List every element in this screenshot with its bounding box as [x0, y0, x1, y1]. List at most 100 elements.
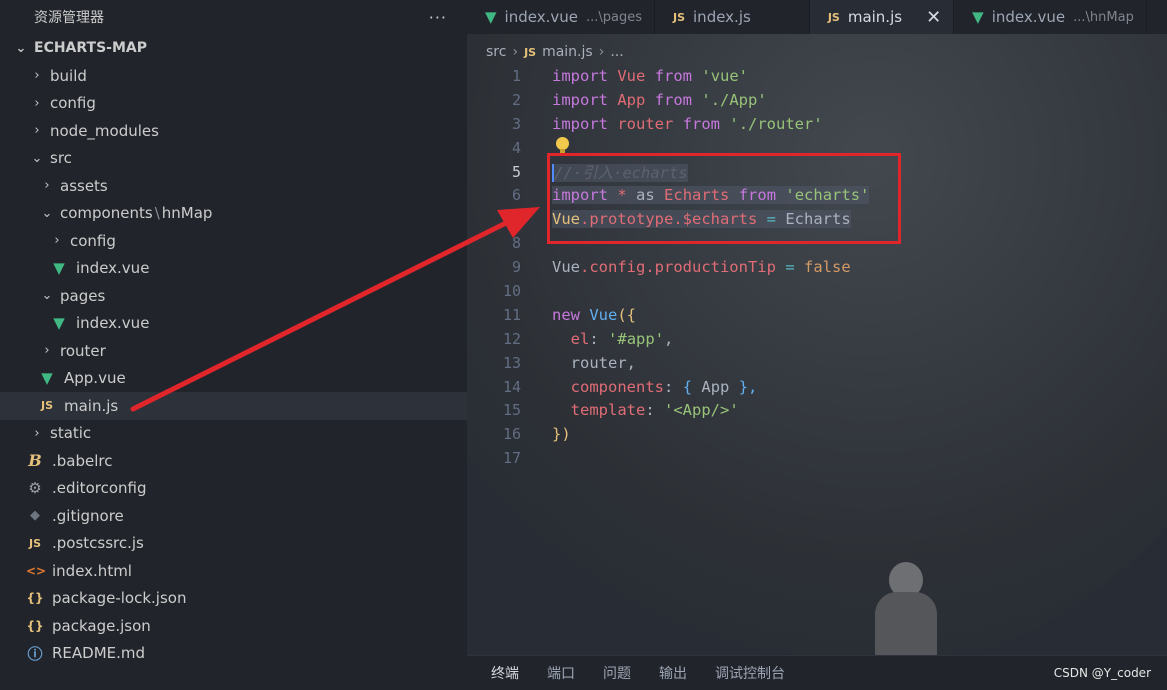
breadcrumb-item[interactable]: src	[486, 44, 506, 60]
tab-main-js[interactable]: JS main.js ✕	[809, 0, 955, 34]
info-icon: ⓘ	[27, 644, 43, 663]
tree-item-package-json[interactable]: {} package.json	[0, 612, 467, 640]
breadcrumb: src › JS main.js › ...	[486, 40, 624, 64]
tree-item-editorconfig[interactable]: ⚙ .editorconfig	[0, 475, 467, 503]
line-number: 13	[502, 353, 521, 372]
tree-item-hnmap-index-vue[interactable]: ▼ index.vue	[0, 255, 467, 283]
js-icon: JS	[827, 10, 840, 24]
tree-item-label: router	[60, 341, 106, 360]
tab-problems[interactable]: 问题	[603, 663, 631, 683]
line-number: 2	[511, 90, 521, 109]
js-icon: JS	[40, 399, 53, 413]
line-number: 17	[502, 449, 521, 468]
code-editor[interactable]: ▼ index.vue ...\pages JS index.js JS mai…	[467, 0, 1167, 690]
tab-index-js[interactable]: JS index.js	[655, 0, 810, 34]
chevron-right-icon: ›	[34, 123, 40, 139]
lightbulb-icon[interactable]	[556, 137, 569, 153]
vue-icon: ▼	[972, 8, 984, 26]
chevron-right-icon: ›	[34, 95, 40, 111]
chevron-down-icon: ⌄	[41, 205, 53, 221]
tree-item-hnmap-config[interactable]: › config	[0, 227, 467, 255]
close-icon[interactable]: ✕	[926, 7, 941, 28]
tree-item-postcssrc[interactable]: JS .postcssrc.js	[0, 530, 467, 558]
line-number: 4	[511, 138, 521, 157]
json-icon: {}	[26, 591, 44, 606]
tree-item-components-hnmap[interactable]: ⌄ components \ hnMap	[0, 200, 467, 228]
json-icon: {}	[26, 618, 44, 633]
breadcrumb-item[interactable]: main.js	[542, 44, 593, 60]
html-icon: <>	[26, 563, 47, 578]
explorer-sidebar: 资源管理器 ··· ⌄ ECHARTS-MAP › build › config…	[0, 0, 467, 690]
js-icon: JS	[524, 45, 537, 59]
tree-item-package-lock[interactable]: {} package-lock.json	[0, 585, 467, 613]
chevron-down-icon: ⌄	[41, 288, 53, 304]
chevron-right-icon: ›	[44, 343, 50, 359]
js-icon: JS	[673, 10, 686, 24]
path-separator: \	[154, 204, 160, 223]
tab-label: index.js	[693, 8, 751, 26]
line-number: 10	[502, 281, 521, 300]
tab-hnmap-index-vue[interactable]: ▼ index.vue ...\hnMap	[954, 0, 1147, 34]
tree-item-label: .editorconfig	[52, 479, 147, 498]
line-number: 6	[511, 186, 521, 205]
tree-item-router[interactable]: › router	[0, 337, 467, 365]
tree-item-label: .babelrc	[52, 451, 113, 470]
tab-label: index.vue	[504, 8, 578, 26]
more-actions-button[interactable]: ···	[429, 8, 447, 27]
tree-item-config[interactable]: › config	[0, 90, 467, 118]
tree-item-readme[interactable]: ⓘ README.md	[0, 640, 467, 668]
git-icon: ◆	[30, 508, 40, 524]
tree-item-label: .postcssrc.js	[52, 534, 144, 553]
tree-item-babelrc[interactable]: B .babelrc	[0, 447, 467, 475]
breadcrumb-item[interactable]: ...	[610, 44, 623, 60]
tree-item-label: package-lock.json	[52, 589, 187, 608]
tree-item-label: README.md	[52, 644, 146, 663]
tree-item-label: assets	[60, 176, 108, 195]
project-root-label: ECHARTS-MAP	[34, 40, 148, 56]
tree-item-label: index.vue	[76, 259, 150, 278]
tree-item-assets[interactable]: › assets	[0, 172, 467, 200]
code-line: 15 template: '<App/>'	[467, 398, 1167, 422]
tree-item-label: config	[70, 231, 116, 250]
tree-item-index-html[interactable]: <> index.html	[0, 557, 467, 585]
code-line: 3 import router from './router'	[467, 112, 1167, 136]
tree-item-label: static	[50, 424, 92, 443]
code-line: 13 router,	[467, 351, 1167, 375]
tab-path-hint: ...\pages	[585, 9, 642, 25]
tab-debug-console[interactable]: 调试控制台	[715, 663, 785, 683]
chevron-down-icon: ⌄	[31, 150, 43, 166]
tab-pages-index-vue[interactable]: ▼ index.vue ...\pages	[467, 0, 655, 34]
code-line: 11 new Vue({	[467, 303, 1167, 327]
tree-item-build[interactable]: › build	[0, 62, 467, 90]
tree-item-label: .gitignore	[52, 506, 124, 525]
tree-item-main-js[interactable]: JS main.js	[0, 392, 467, 420]
tree-item-pages[interactable]: ⌄ pages	[0, 282, 467, 310]
line-number: 9	[511, 258, 521, 277]
tab-terminal[interactable]: 终端	[491, 663, 519, 683]
babel-icon: B	[28, 451, 42, 471]
code-line: 1 import Vue from 'vue'	[467, 64, 1167, 88]
line-number: 15	[502, 401, 521, 420]
line-number: 5	[511, 162, 521, 181]
tree-item-pages-index-vue[interactable]: ▼ index.vue	[0, 310, 467, 338]
code-area[interactable]: 1 import Vue from 'vue' 2 import App fro…	[467, 64, 1167, 470]
code-line: 16 })	[467, 422, 1167, 446]
tab-output[interactable]: 输出	[659, 663, 687, 683]
chevron-right-icon: ›	[34, 425, 40, 441]
tree-item-label: package.json	[52, 616, 151, 635]
line-number: 14	[502, 377, 521, 396]
tree-item-static[interactable]: › static	[0, 420, 467, 448]
tree-item-label: components	[60, 204, 153, 223]
chevron-right-icon: ›	[598, 44, 605, 60]
tab-path-hint: ...\hnMap	[1073, 9, 1134, 25]
tree-item-label: index.html	[52, 561, 132, 580]
chevron-down-icon: ⌄	[15, 40, 27, 56]
tree-item-node-modules[interactable]: › node_modules	[0, 117, 467, 145]
tree-item-src[interactable]: ⌄ src	[0, 145, 467, 173]
code-line: 17	[467, 446, 1167, 470]
line-number: 8	[511, 234, 521, 253]
tab-ports[interactable]: 端口	[547, 663, 575, 683]
tree-item-app-vue[interactable]: ▼ App.vue	[0, 365, 467, 393]
tree-item-gitignore[interactable]: ◆ .gitignore	[0, 502, 467, 530]
project-root-folder[interactable]: ⌄ ECHARTS-MAP	[0, 34, 467, 62]
